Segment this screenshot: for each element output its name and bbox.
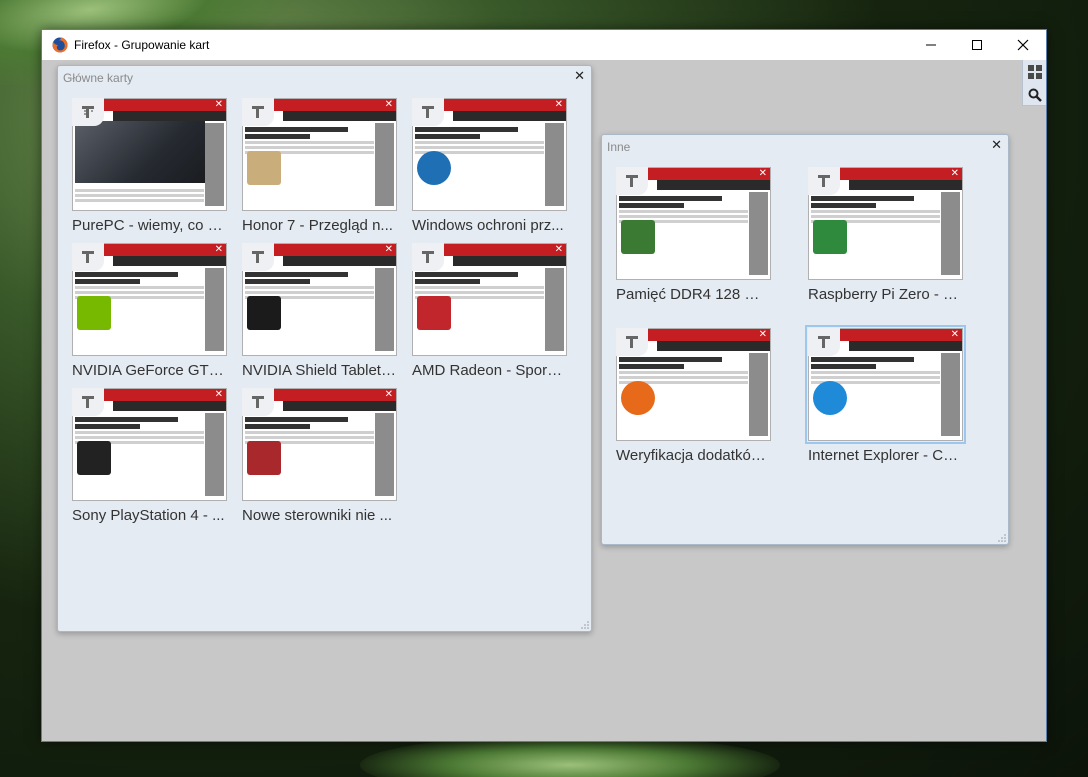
maximize-icon — [972, 40, 982, 50]
tab-groups-icon — [1028, 64, 1042, 79]
search-icon — [1028, 88, 1042, 102]
article-image — [417, 296, 451, 330]
maximize-button[interactable] — [954, 30, 1000, 60]
favicon-icon — [72, 243, 104, 271]
tab-title: Raspberry Pi Zero - Mini... — [808, 286, 963, 303]
article-image — [621, 381, 655, 415]
group-title-input[interactable]: Inne — [607, 140, 630, 154]
tab-item[interactable]: ✕ Sony PlayStation 4 - ... — [72, 388, 227, 528]
tab-item[interactable]: ✕ Pamięć DDR4 128 GB TS... — [616, 167, 771, 307]
favicon-icon — [808, 167, 840, 195]
favicon-icon — [72, 388, 104, 416]
tab-title: Internet Explorer - Czas ... — [808, 447, 963, 464]
tab-item[interactable]: ✕ AMD Radeon - Spore... — [412, 243, 567, 383]
article-image — [77, 441, 111, 475]
window-title: Firefox - Grupowanie kart — [74, 38, 210, 52]
resize-grip-icon[interactable] — [998, 534, 1006, 542]
article-image — [247, 441, 281, 475]
site-nav-bar — [283, 256, 396, 266]
favicon-icon — [242, 243, 274, 271]
site-sidebar — [375, 123, 394, 206]
close-button[interactable] — [1000, 30, 1046, 60]
tab-groups-button[interactable] — [1023, 60, 1047, 83]
site-nav-bar — [849, 341, 962, 351]
site-nav-bar — [113, 401, 226, 411]
site-nav-bar — [283, 111, 396, 121]
tab-item-active[interactable]: ✕ Internet Explorer - Czas ... — [805, 325, 966, 468]
thumbnail-body — [75, 187, 204, 208]
tab-group-other[interactable]: Inne ✕ ✕ Pamięć DDR4 128 GB TS... ✕ — [601, 134, 1009, 545]
tab-title: Nowe sterowniki nie ... — [242, 507, 393, 524]
window-controls — [908, 30, 1046, 60]
site-sidebar — [205, 123, 224, 206]
group-close-icon[interactable]: ✕ — [574, 69, 585, 84]
site-nav-bar — [657, 180, 770, 190]
site-sidebar — [941, 353, 960, 436]
tab-title: PurePC - wiemy, co si... — [72, 217, 227, 234]
tab-item[interactable]: ✕ Weryfikacja dodatków Fi... — [616, 328, 771, 468]
site-sidebar — [205, 268, 224, 351]
site-nav-bar — [283, 401, 396, 411]
firefox-window: Firefox - Grupowanie kart Główne karty ✕… — [41, 29, 1047, 742]
tab-item[interactable]: ✕ NVIDIA GeForce GTX ... — [72, 243, 227, 383]
tab-item[interactable]: ✕ Raspberry Pi Zero - Mini... — [808, 167, 963, 307]
site-sidebar — [545, 123, 564, 206]
article-image — [247, 151, 281, 185]
tab-item[interactable]: ✕ Nowe sterowniki nie ... — [242, 388, 397, 528]
favicon-icon — [242, 388, 274, 416]
search-button[interactable] — [1023, 83, 1047, 106]
title-bar[interactable]: Firefox - Grupowanie kart — [42, 30, 1046, 60]
tab-item[interactable]: ✕ PurePC - wiemy, co si... — [72, 98, 227, 238]
side-toolbar — [1022, 60, 1046, 106]
tab-item[interactable]: ✕ NVIDIA Shield Tablet ... — [242, 243, 397, 383]
site-nav-bar — [113, 256, 226, 266]
tab-item[interactable]: ✕ Honor 7 - Przegląd n... — [242, 98, 397, 238]
site-nav-bar — [113, 111, 226, 121]
tab-title: Pamięć DDR4 128 GB TS... — [616, 286, 771, 303]
tab-title: NVIDIA GeForce GTX ... — [72, 362, 227, 379]
resize-grip-icon[interactable] — [581, 621, 589, 629]
site-nav-bar — [849, 180, 962, 190]
tab-item[interactable]: ✕ Windows ochroni prz... — [412, 98, 567, 238]
firefox-logo-icon — [52, 37, 68, 53]
favicon-icon — [616, 328, 648, 356]
site-sidebar — [375, 413, 394, 496]
site-sidebar — [205, 413, 224, 496]
favicon-icon — [808, 328, 840, 356]
group-close-icon[interactable]: ✕ — [991, 138, 1002, 153]
article-image — [813, 220, 847, 254]
minimize-icon — [926, 44, 936, 46]
tab-title: NVIDIA Shield Tablet ... — [242, 362, 397, 379]
article-image — [621, 220, 655, 254]
site-sidebar — [545, 268, 564, 351]
tab-title: Windows ochroni prz... — [412, 217, 564, 234]
favicon-icon — [616, 167, 648, 195]
favicon-icon — [412, 243, 444, 271]
site-nav-bar — [453, 111, 566, 121]
article-image — [77, 296, 111, 330]
site-sidebar — [749, 353, 768, 436]
tab-groups-view: Główne karty ✕ ✕ PurePC - wiemy, co si..… — [42, 60, 1046, 741]
tab-title: AMD Radeon - Spore... — [412, 362, 567, 379]
site-sidebar — [749, 192, 768, 275]
close-icon — [1017, 39, 1029, 51]
site-nav-bar — [453, 256, 566, 266]
site-sidebar — [375, 268, 394, 351]
article-image — [813, 381, 847, 415]
favicon-icon — [72, 98, 104, 126]
site-nav-bar — [657, 341, 770, 351]
tab-title: Honor 7 - Przegląd n... — [242, 217, 393, 234]
tab-title: Weryfikacja dodatków Fi... — [616, 447, 771, 464]
favicon-icon — [412, 98, 444, 126]
group-title-input[interactable]: Główne karty — [63, 71, 133, 85]
tab-group-main[interactable]: Główne karty ✕ ✕ PurePC - wiemy, co si..… — [57, 65, 592, 632]
article-image — [247, 296, 281, 330]
minimize-button[interactable] — [908, 30, 954, 60]
tab-title: Sony PlayStation 4 - ... — [72, 507, 225, 524]
favicon-icon — [242, 98, 274, 126]
thumbnail-hero-image — [75, 121, 205, 183]
article-image — [417, 151, 451, 185]
site-sidebar — [941, 192, 960, 275]
